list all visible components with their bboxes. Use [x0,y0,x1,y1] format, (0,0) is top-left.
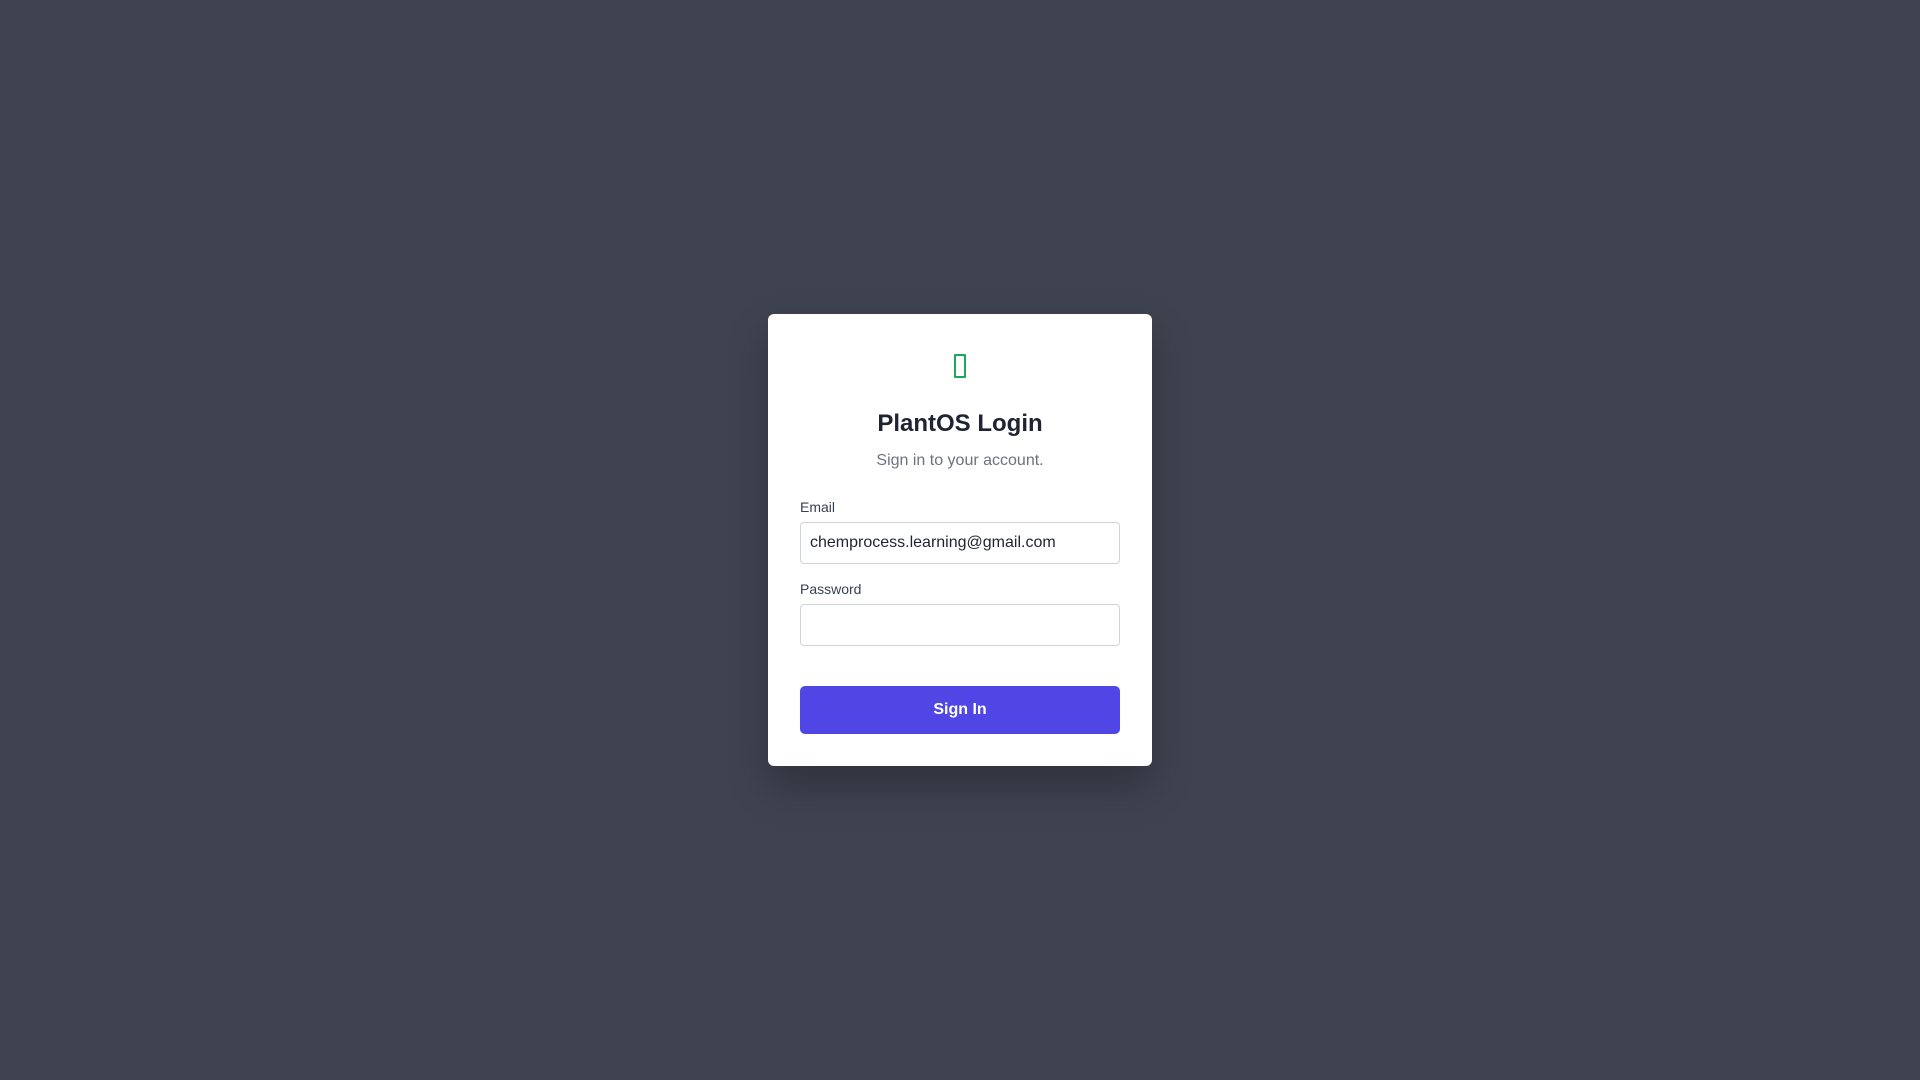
password-field[interactable] [800,604,1120,646]
page-background: PlantOS Login Sign in to your account. E… [0,0,1920,1080]
password-label: Password [800,581,862,597]
missing-glyph-icon [954,354,966,378]
page-title: PlantOS Login [877,410,1043,437]
email-label: Email [800,499,836,515]
email-field[interactable] [800,522,1120,564]
page-subtitle: Sign in to your account. [876,452,1044,469]
login-card: PlantOS Login Sign in to your account. E… [768,314,1152,766]
logo [768,348,1152,388]
sign-in-button[interactable]: Sign In [800,686,1120,734]
